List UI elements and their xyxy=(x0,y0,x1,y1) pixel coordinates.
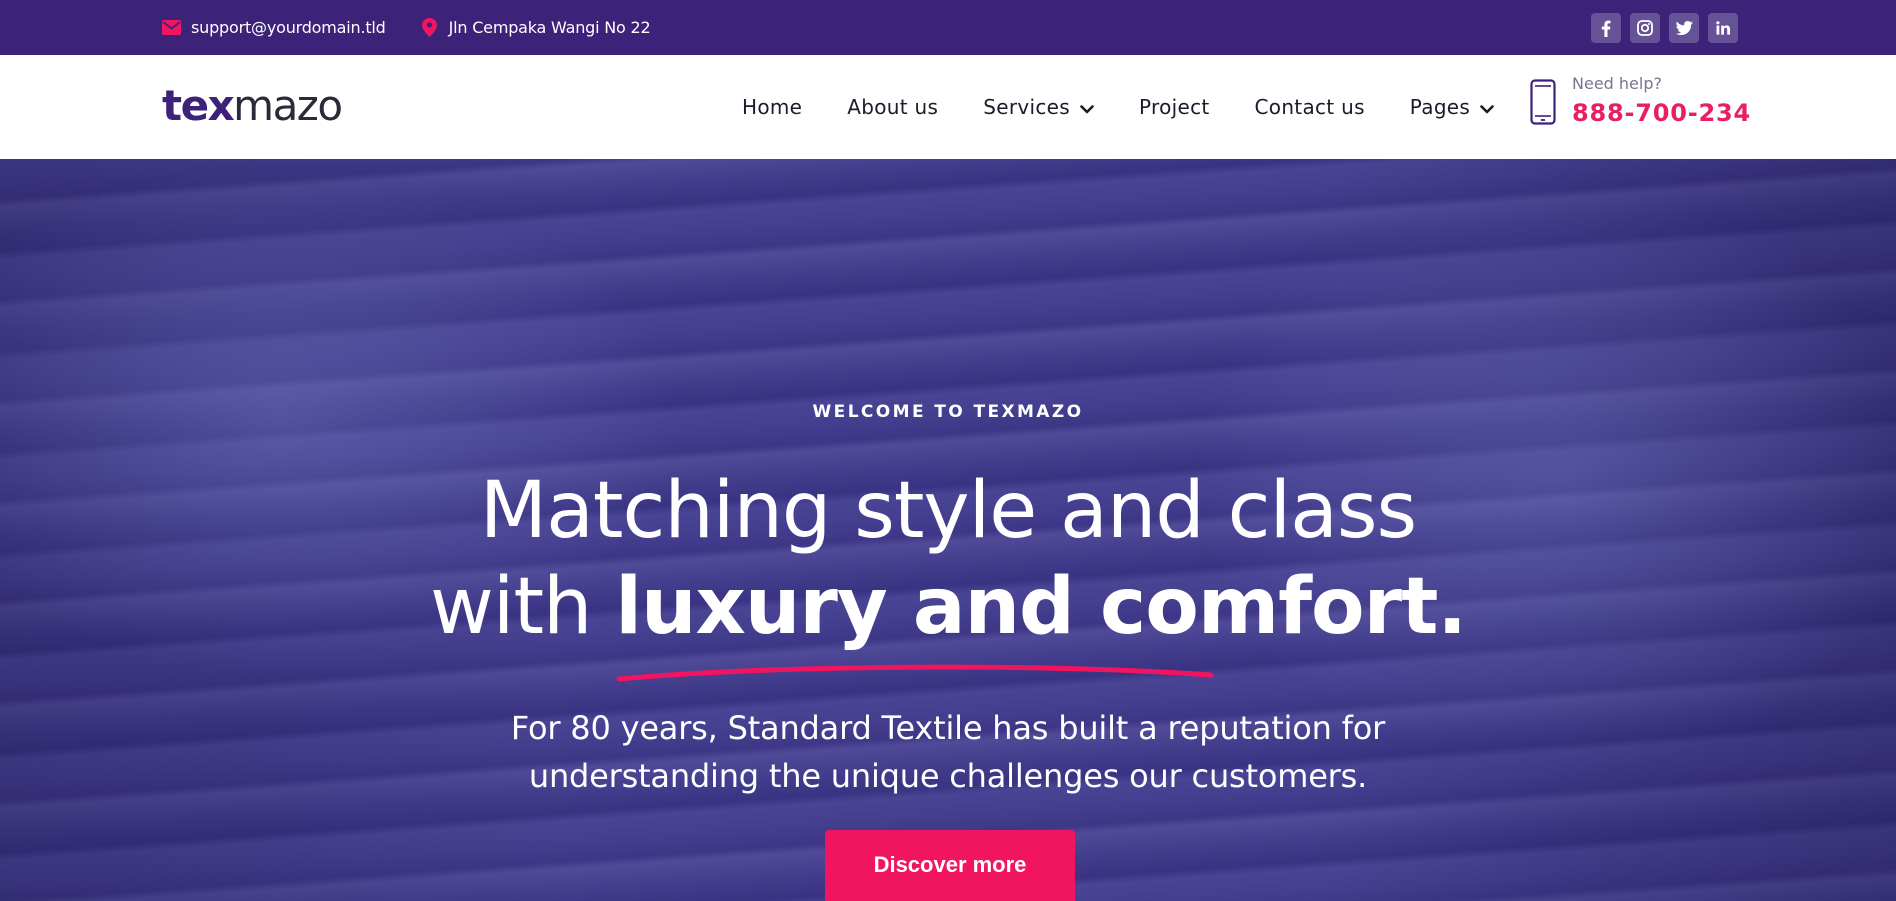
top-bar: support@yourdomain.tld Jln Cempaka Wangi… xyxy=(0,0,1896,55)
logo-part-tex: tex xyxy=(162,81,235,130)
email-icon xyxy=(162,18,181,37)
nav-label: Project xyxy=(1139,95,1210,119)
twitter-icon[interactable] xyxy=(1669,13,1699,43)
subtext-line-1: For 80 years, Standard Textile has built… xyxy=(510,709,1386,747)
email-text: support@yourdomain.tld xyxy=(191,18,386,37)
chevron-down-icon xyxy=(1080,95,1094,119)
facebook-icon[interactable] xyxy=(1591,13,1621,43)
nav-item-contact[interactable]: Contact us xyxy=(1255,95,1365,119)
help-text: Need help? 888-700-234 xyxy=(1572,73,1751,131)
nav-item-about[interactable]: About us xyxy=(847,95,938,119)
hero-headline: Matching style and class with luxury and… xyxy=(0,463,1896,682)
headline-line-2-prefix: with xyxy=(429,562,616,652)
main-nav: Home About us Services Project Contact u… xyxy=(742,55,1494,159)
help-label: Need help? xyxy=(1572,74,1662,93)
linkedin-icon[interactable] xyxy=(1708,13,1738,43)
social-links xyxy=(1591,13,1738,43)
email-contact[interactable]: support@yourdomain.tld xyxy=(162,18,386,37)
headline-line-1: Matching style and class xyxy=(479,466,1417,556)
instagram-icon[interactable] xyxy=(1630,13,1660,43)
help-contact[interactable]: Need help? 888-700-234 xyxy=(1530,73,1751,131)
subtext-line-2: understanding the unique challenges our … xyxy=(528,757,1368,795)
nav-item-home[interactable]: Home xyxy=(742,95,802,119)
pink-underline-decoration xyxy=(616,664,1214,682)
hero-eyebrow: WELCOME TO TEXMAZO xyxy=(812,402,1084,422)
chevron-down-icon xyxy=(1480,95,1494,119)
site-logo[interactable]: tex mazo xyxy=(162,81,343,131)
address-text: Jln Cempaka Wangi No 22 xyxy=(448,18,651,37)
help-phone-number[interactable]: 888-700-234 xyxy=(1572,95,1751,131)
nav-label: Contact us xyxy=(1254,95,1365,119)
contact-info: support@yourdomain.tld Jln Cempaka Wangi… xyxy=(162,0,651,55)
nav-label: Services xyxy=(983,95,1070,119)
nav-item-project[interactable]: Project xyxy=(1139,95,1210,119)
headline-emphasis-text: luxury and comfort. xyxy=(615,562,1467,652)
headline-emphasis: luxury and comfort. xyxy=(615,559,1467,682)
mobile-phone-icon xyxy=(1530,79,1556,125)
nav-label: Home xyxy=(742,95,803,119)
nav-label: Pages xyxy=(1409,95,1471,119)
site-header: tex mazo Home About us Services Project C… xyxy=(0,55,1896,159)
logo-part-mazo: mazo xyxy=(233,81,343,130)
nav-label: About us xyxy=(847,95,939,119)
address-contact: Jln Cempaka Wangi No 22 xyxy=(420,18,651,37)
nav-item-services[interactable]: Services xyxy=(983,95,1094,119)
hero-subtext: For 80 years, Standard Textile has built… xyxy=(0,704,1896,800)
map-pin-icon xyxy=(420,18,439,37)
discover-more-button[interactable]: Discover more xyxy=(825,830,1075,901)
hero-section: WELCOME TO TEXMAZO Matching style and cl… xyxy=(0,159,1896,901)
nav-item-pages[interactable]: Pages xyxy=(1410,95,1494,119)
